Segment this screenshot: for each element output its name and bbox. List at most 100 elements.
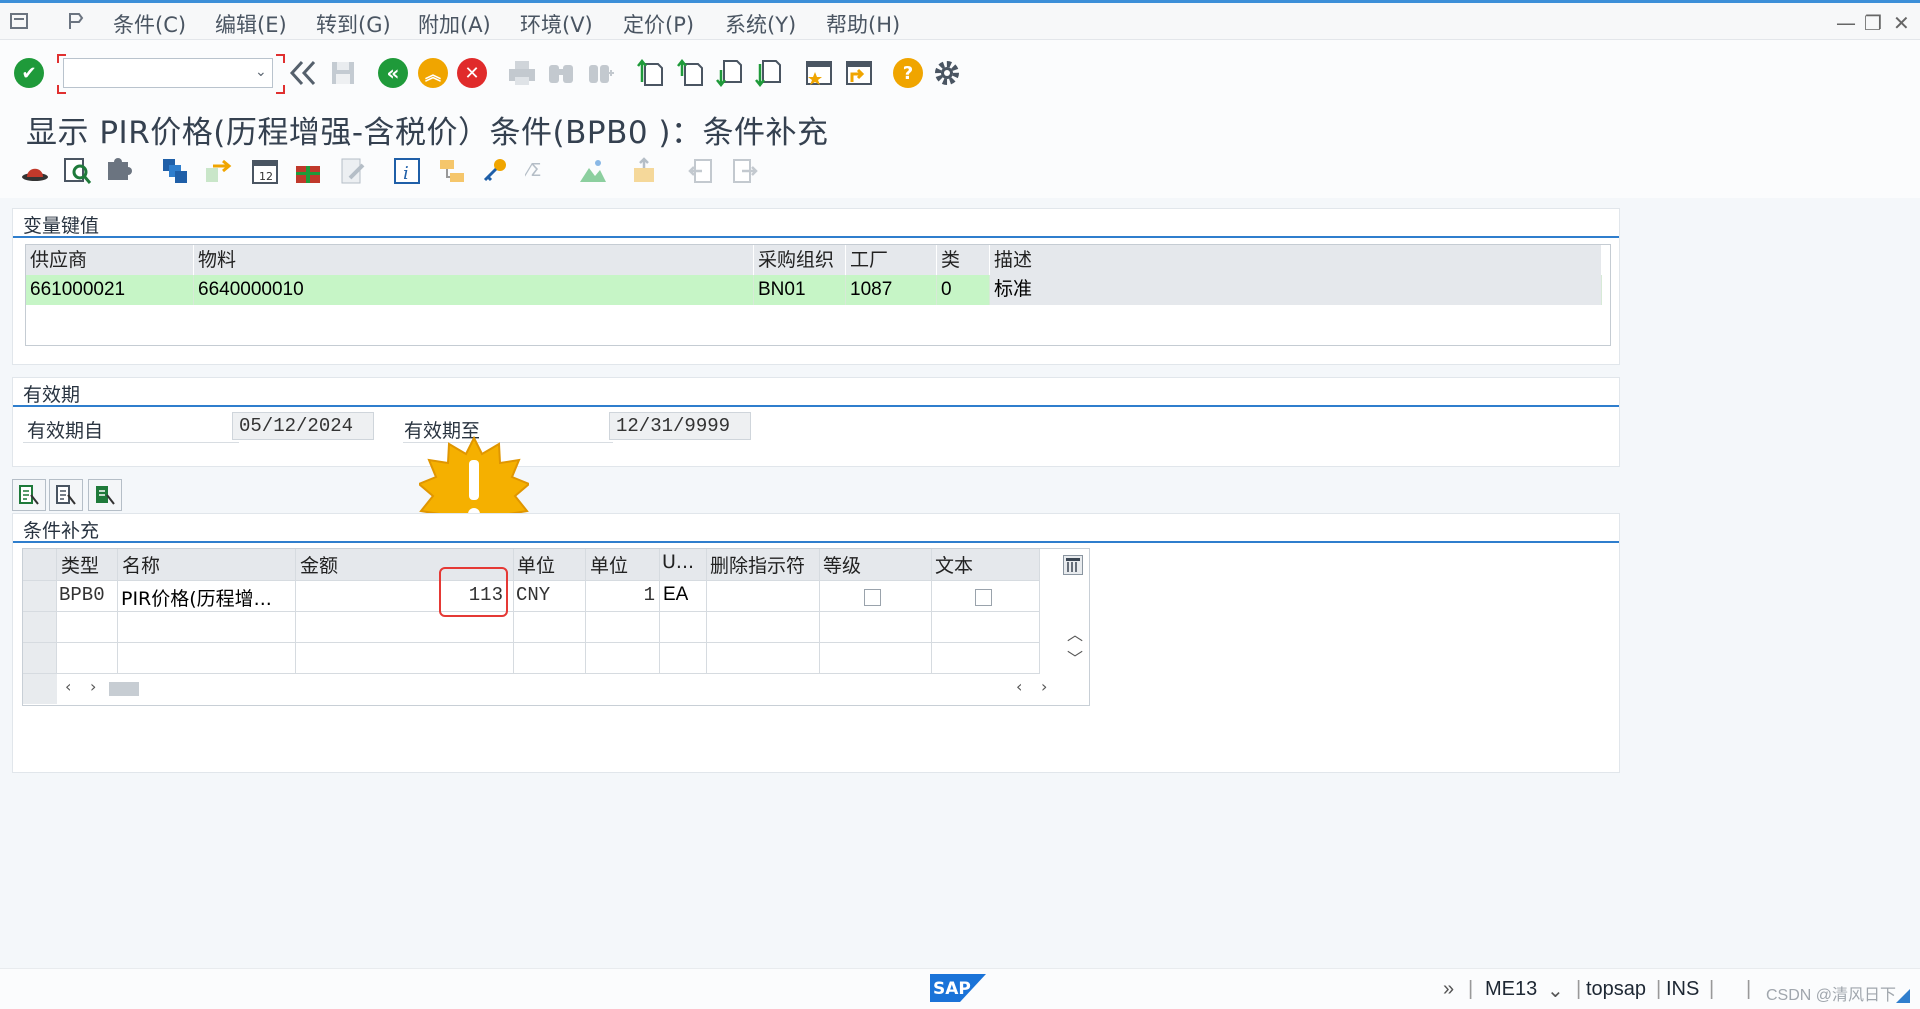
- row-divider: [23, 642, 1040, 643]
- header-deletion-indicator[interactable]: 删除指示符: [710, 551, 805, 578]
- scroll-down-icon[interactable]: ﹀: [1067, 645, 1083, 669]
- calendar-icon[interactable]: 12: [250, 156, 280, 186]
- close-window-icon[interactable]: ✕: [1893, 11, 1910, 35]
- header-amount[interactable]: 金额: [300, 551, 338, 578]
- expand-status-icon[interactable]: »: [1443, 978, 1454, 1001]
- help-icon[interactable]: ?: [891, 56, 925, 90]
- horizontal-scroll-thumb[interactable]: [109, 682, 139, 696]
- header-type[interactable]: 类型: [61, 551, 99, 578]
- print-icon[interactable]: [505, 56, 539, 90]
- watermark: CSDN @清风日下: [1766, 987, 1897, 1004]
- exit-icon[interactable]: ︽: [416, 56, 450, 90]
- insert-mode[interactable]: INS: [1666, 978, 1699, 1001]
- fraction-sum-icon[interactable]: ⁄Σ: [525, 156, 555, 186]
- cancel-icon[interactable]: ✕: [455, 56, 489, 90]
- supplements-table: 类型 名称 金额 单位 单位 U... 删除指示符 等级 文本 BPB0 PIR…: [22, 548, 1090, 706]
- header-per[interactable]: 单位: [590, 551, 628, 578]
- chart-mountain-icon[interactable]: [578, 156, 608, 186]
- find-icon[interactable]: [544, 56, 578, 90]
- hat-icon[interactable]: [20, 156, 50, 186]
- menu-icon[interactable]: [10, 11, 30, 31]
- minimize-icon[interactable]: —: [1836, 11, 1856, 35]
- header-scale[interactable]: 等级: [823, 551, 861, 578]
- header-text[interactable]: 文本: [935, 551, 973, 578]
- gift-icon[interactable]: [293, 156, 323, 186]
- menu-item-system[interactable]: 系统(Y): [725, 9, 796, 39]
- next-page-icon[interactable]: [713, 56, 747, 90]
- menu-item-extras[interactable]: 附加(A): [418, 9, 491, 39]
- cell-per[interactable]: 1: [623, 584, 655, 606]
- select-block-button[interactable]: [88, 479, 122, 511]
- scroll-right-icon[interactable]: ›: [1041, 677, 1047, 696]
- text-checkbox[interactable]: [975, 589, 992, 606]
- copy-records-icon[interactable]: [160, 156, 190, 186]
- search-list-icon[interactable]: [62, 156, 92, 186]
- menu-item-pricing[interactable]: 定价(P): [623, 9, 694, 39]
- deselect-all-button[interactable]: [49, 479, 83, 511]
- edit-document-icon[interactable]: [338, 156, 368, 186]
- table-settings-icon[interactable]: [1063, 555, 1083, 575]
- table-row[interactable]: 661000021 6640000010 BN01 1087 0 标准: [26, 275, 1602, 305]
- menu-item-goto[interactable]: 转到(G): [316, 9, 391, 39]
- cell-currency[interactable]: CNY: [516, 584, 550, 606]
- restore-icon[interactable]: ❐: [1864, 11, 1882, 35]
- header-uom[interactable]: U...: [662, 551, 694, 573]
- cell-type[interactable]: BPB0: [59, 584, 105, 606]
- valid-from-field[interactable]: 05/12/2024: [232, 412, 374, 440]
- header-purch-org[interactable]: 采购组织: [754, 245, 846, 275]
- section-divider: [13, 236, 1619, 238]
- table-header: 供应商 物料 采购组织 工厂 类 描述: [26, 245, 1602, 275]
- row-divider: [23, 611, 1040, 612]
- menu-item-environment[interactable]: 环境(V): [520, 9, 593, 39]
- command-field[interactable]: [63, 58, 273, 88]
- scale-checkbox[interactable]: [864, 589, 881, 606]
- menu-item-edit[interactable]: 编辑(E): [215, 9, 287, 39]
- customize-icon[interactable]: [66, 11, 86, 31]
- row-divider: [23, 580, 1040, 581]
- box-export-icon[interactable]: [630, 156, 660, 186]
- prev-page-icon[interactable]: [674, 56, 708, 90]
- valid-to-field[interactable]: 12/31/9999: [609, 412, 751, 440]
- structure-icon[interactable]: [437, 156, 467, 186]
- shortcut-icon[interactable]: [842, 56, 876, 90]
- scroll-left-icon[interactable]: ‹: [65, 677, 71, 696]
- scroll-up-icon[interactable]: ︿: [1067, 621, 1083, 645]
- system-name: topsap: [1586, 978, 1647, 1000]
- enter-icon[interactable]: ✔: [12, 56, 46, 90]
- find-next-icon[interactable]: [584, 56, 618, 90]
- settings-icon[interactable]: [930, 56, 964, 90]
- header-material[interactable]: 物料: [194, 245, 754, 275]
- forward-doc-icon[interactable]: [730, 156, 760, 186]
- header-category[interactable]: 类: [937, 245, 990, 275]
- scroll-left-icon[interactable]: ‹: [1016, 677, 1022, 696]
- save-icon[interactable]: [326, 56, 360, 90]
- section-title-validity: 有效期: [23, 384, 81, 406]
- key-icon[interactable]: [480, 156, 510, 186]
- status-separator: |: [1746, 978, 1752, 1000]
- variable-key-table: 供应商 物料 采购组织 工厂 类 描述 661000021 6640000010…: [25, 244, 1611, 346]
- first-page-icon[interactable]: [634, 56, 668, 90]
- last-page-icon[interactable]: [752, 56, 786, 90]
- header-plant[interactable]: 工厂: [846, 245, 937, 275]
- transaction-code[interactable]: ME13: [1485, 978, 1537, 1001]
- header-name[interactable]: 名称: [122, 551, 160, 578]
- header-description[interactable]: 描述: [990, 245, 1602, 275]
- header-currency[interactable]: 单位: [517, 551, 555, 578]
- scroll-right-icon[interactable]: ›: [90, 677, 96, 696]
- cell-uom[interactable]: EA: [663, 584, 688, 606]
- info-icon[interactable]: i: [392, 156, 422, 186]
- page-title: 显示 PIR价格(历程增强-含税价）条件(BPB0 )：条件补充: [26, 115, 829, 151]
- select-all-button[interactable]: [12, 479, 46, 511]
- new-session-icon[interactable]: [802, 56, 836, 90]
- back-icon[interactable]: «: [376, 56, 410, 90]
- back-double-icon[interactable]: [286, 56, 320, 90]
- back-doc-icon[interactable]: [686, 156, 716, 186]
- transfer-icon[interactable]: [203, 156, 233, 186]
- chevron-down-icon[interactable]: ⌄: [1547, 978, 1564, 1003]
- resize-grip-icon[interactable]: [1896, 989, 1910, 1003]
- menu-item-help[interactable]: 帮助(H): [826, 9, 900, 39]
- puzzle-icon[interactable]: [104, 156, 134, 186]
- cell-name[interactable]: PIR价格(历程增...: [121, 584, 293, 611]
- header-vendor[interactable]: 供应商: [26, 245, 194, 275]
- menu-item-condition[interactable]: 条件(C): [113, 9, 186, 39]
